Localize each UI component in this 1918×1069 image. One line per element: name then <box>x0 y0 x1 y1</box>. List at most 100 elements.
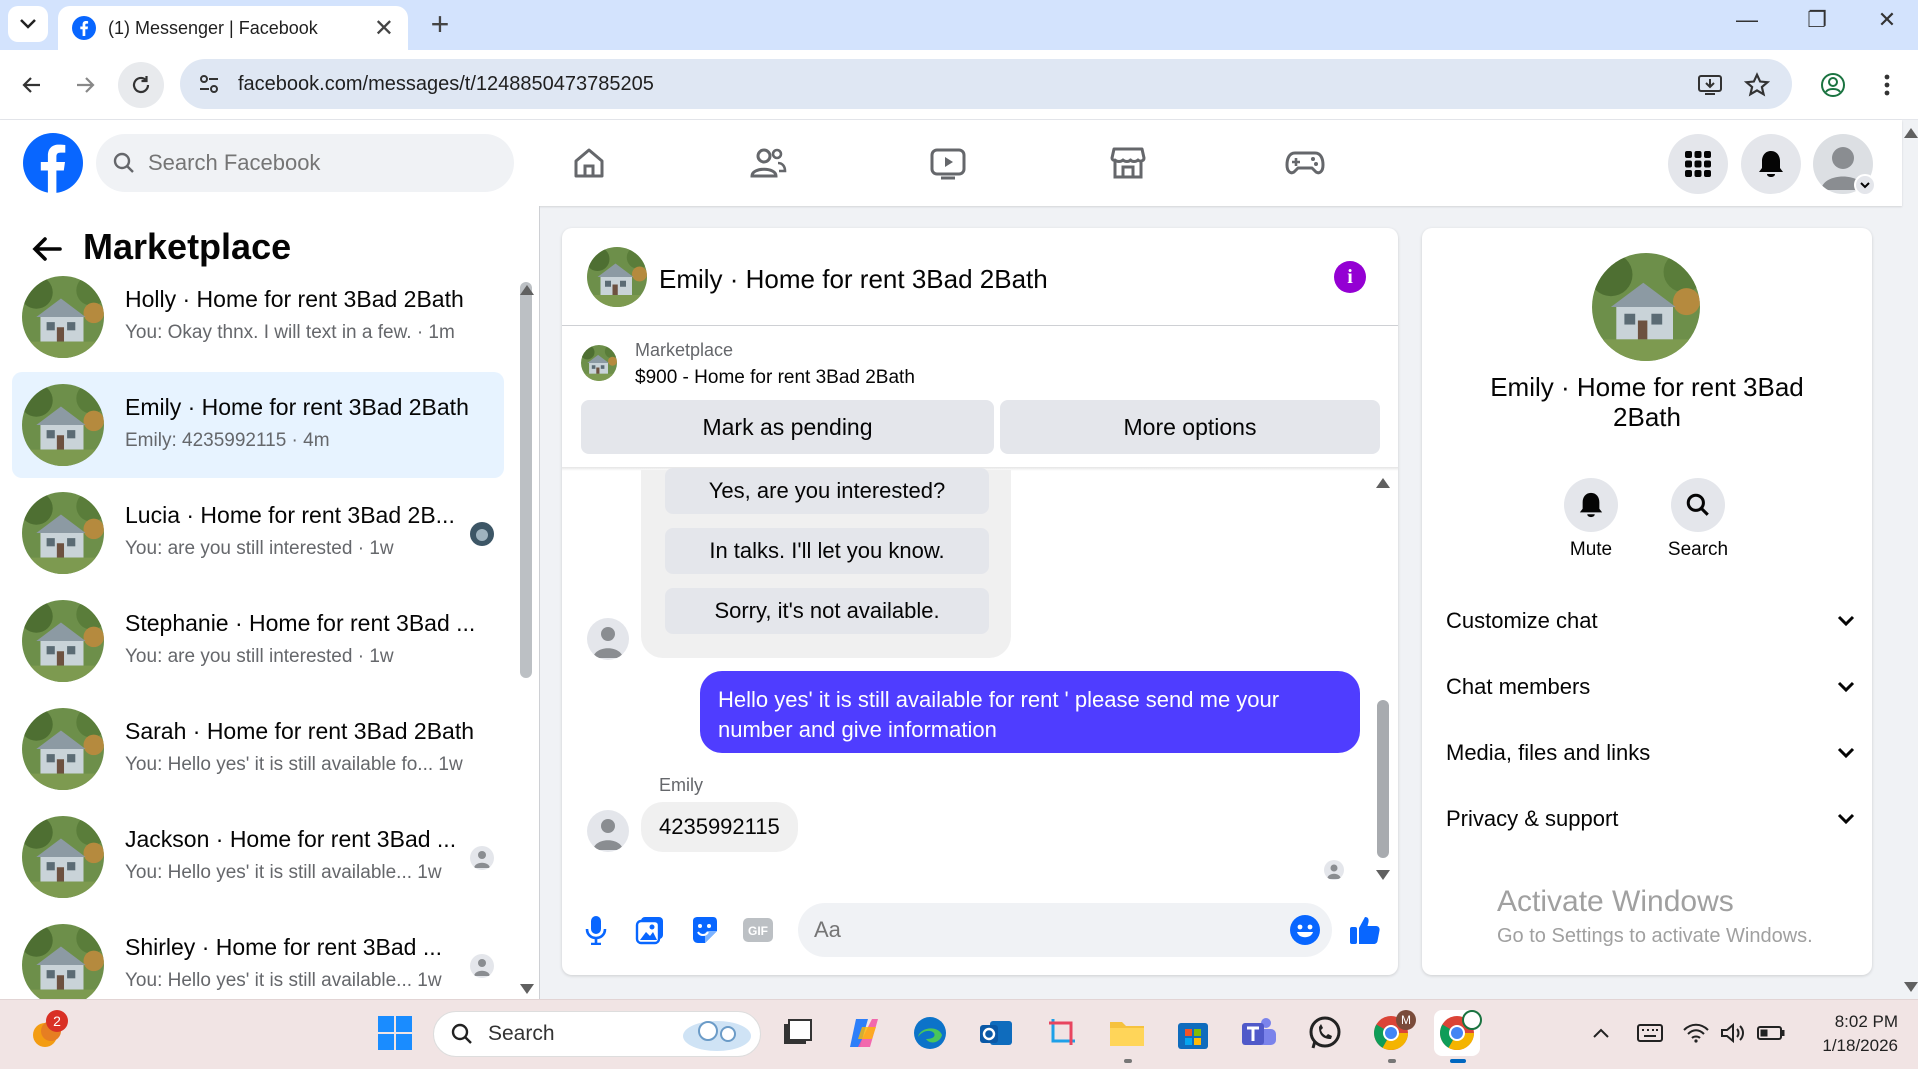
copilot-button[interactable] <box>841 1010 887 1056</box>
conversation-item[interactable]: Holly · Home for rent 3Bad 2Bath You: Oka… <box>12 264 504 370</box>
nav-friends[interactable] <box>738 140 798 186</box>
details-section-row[interactable]: Chat members <box>1446 662 1856 712</box>
profile-avatar[interactable] <box>1592 253 1700 361</box>
info-icon[interactable]: i <box>1334 261 1366 293</box>
message-input[interactable] <box>814 917 1254 943</box>
outgoing-message[interactable]: Hello yes' it is still available for ren… <box>700 671 1360 753</box>
attach-media-button[interactable] <box>632 912 668 948</box>
page-scroll-up-icon[interactable] <box>1904 128 1918 138</box>
details-section-row[interactable]: Media, files and links <box>1446 728 1856 778</box>
scroll-down-icon[interactable] <box>1376 870 1390 880</box>
back-arrow-icon[interactable] <box>30 232 64 266</box>
browser-tab[interactable]: (1) Messenger | Facebook ✕ <box>58 6 408 50</box>
conversation-avatar <box>22 276 104 358</box>
site-info-icon[interactable] <box>198 73 220 95</box>
quick-reply-button[interactable]: In talks. I'll let you know. <box>665 528 989 574</box>
conversation-name: Shirley · Home for rent 3Bad ... <box>125 934 443 960</box>
browser-menu-button[interactable] <box>1864 62 1910 108</box>
store-button[interactable] <box>1170 1010 1216 1056</box>
incoming-message[interactable]: 4235992115 <box>641 802 798 852</box>
details-section-row[interactable]: Customize chat <box>1446 596 1856 646</box>
nav-home[interactable] <box>559 140 619 186</box>
gif-button[interactable]: GIF <box>740 912 776 948</box>
scroll-up-icon[interactable] <box>1376 478 1390 488</box>
notifications-button[interactable] <box>1741 134 1801 194</box>
minimize-window-button[interactable]: — <box>1712 0 1782 40</box>
listing-thumbnail[interactable] <box>581 345 617 381</box>
conversation-item[interactable]: Stephanie · Home for rent 3Bad ... You: a… <box>12 588 504 694</box>
voice-clip-button[interactable] <box>578 912 614 948</box>
file-explorer-button[interactable] <box>1104 1010 1150 1056</box>
facebook-logo-icon[interactable] <box>22 132 84 194</box>
message-composer[interactable] <box>798 903 1332 957</box>
conversation-item[interactable]: Emily · Home for rent 3Bad 2Bath Emily: 4… <box>12 372 504 478</box>
scroll-down-icon[interactable] <box>520 984 534 994</box>
nav-gaming[interactable] <box>1275 140 1335 186</box>
details-section-row[interactable]: Privacy & support <box>1446 794 1856 844</box>
house-thumbnail-icon <box>22 708 104 790</box>
conversation-item[interactable]: Jackson · Home for rent 3Bad ... You: Hel… <box>12 804 504 910</box>
conversation-preview: Emily: 4235992115 · 4m <box>125 430 330 451</box>
facebook-search-input[interactable] <box>148 150 478 176</box>
reload-icon <box>132 76 150 94</box>
house-thumbnail-icon <box>581 345 617 381</box>
outlook-button[interactable] <box>973 1010 1019 1056</box>
conversation-item[interactable]: Sarah · Home for rent 3Bad 2Bath You: Hel… <box>12 696 504 802</box>
page-scroll-down-icon[interactable] <box>1904 982 1918 992</box>
clock-time[interactable]: 8:02 PM <box>1818 1012 1898 1032</box>
show-hidden-icons-button[interactable] <box>1578 1010 1624 1056</box>
teams-button[interactable] <box>1236 1010 1282 1056</box>
new-tab-button[interactable]: + <box>422 6 458 42</box>
search-in-chat-button[interactable] <box>1671 478 1725 532</box>
listing-title[interactable]: $900 - Home for rent 3Bad 2Bath <box>635 367 915 389</box>
chat-scrollbar-thumb[interactable] <box>1377 700 1389 858</box>
mark-as-pending-button[interactable]: Mark as pending <box>581 400 994 454</box>
quick-reply-button[interactable]: Yes, are you interested? <box>665 468 989 514</box>
url-text[interactable]: facebook.com/messages/t/1248850473785205 <box>238 73 654 96</box>
facebook-search[interactable] <box>96 134 514 192</box>
clock-date[interactable]: 1/18/2026 <box>1800 1036 1898 1056</box>
edge-button[interactable] <box>907 1010 953 1056</box>
start-button[interactable] <box>372 1010 418 1056</box>
edge-icon <box>914 1017 946 1049</box>
more-options-button[interactable]: More options <box>1000 400 1380 454</box>
emoji-button[interactable] <box>1287 912 1323 948</box>
chat-title[interactable]: Emily · Home for rent 3Bad 2Bath <box>659 264 1048 295</box>
conversation-item[interactable]: Lucia · Home for rent 3Bad 2B... You: are… <box>12 480 504 586</box>
close-tab-icon[interactable]: ✕ <box>374 14 394 43</box>
account-menu-toggle[interactable] <box>1854 174 1876 196</box>
back-button[interactable] <box>9 62 55 108</box>
task-view-button[interactable] <box>774 1010 820 1056</box>
address-bar[interactable]: facebook.com/messages/t/1248850473785205 <box>180 59 1792 109</box>
taskbar-search-label: Search <box>488 1022 555 1045</box>
battery-icon[interactable] <box>1748 1010 1794 1056</box>
nav-marketplace[interactable] <box>1098 140 1158 186</box>
close-window-button[interactable]: ✕ <box>1852 0 1918 40</box>
nav-video[interactable] <box>918 140 978 186</box>
windows-watermark-subtitle: Go to Settings to activate Windows. <box>1497 925 1813 947</box>
sticker-button[interactable] <box>686 912 722 948</box>
conversation-avatar <box>22 708 104 790</box>
profile-button[interactable] <box>1810 62 1856 108</box>
mute-button[interactable] <box>1564 478 1618 532</box>
restore-window-button[interactable]: ❐ <box>1782 0 1852 40</box>
keyboard-icon[interactable] <box>1627 1010 1673 1056</box>
whatsapp-button[interactable] <box>1302 1010 1348 1056</box>
forward-button[interactable] <box>62 62 108 108</box>
menu-button[interactable] <box>1668 134 1728 194</box>
left-scrollbar-thumb[interactable] <box>520 282 532 678</box>
taskbar-search[interactable]: Search <box>433 1011 761 1057</box>
snipping-tool-button[interactable] <box>1040 1010 1086 1056</box>
chat-header-avatar[interactable] <box>587 247 647 307</box>
quick-reply-button[interactable]: Sorry, it's not available. <box>665 588 989 634</box>
tab-search-button[interactable] <box>8 6 48 42</box>
install-app-button[interactable] <box>1687 62 1733 108</box>
scroll-up-icon[interactable] <box>520 285 534 295</box>
conversation-preview: You: Hello yes' it is still available...… <box>125 970 442 991</box>
reload-button[interactable] <box>118 62 164 108</box>
user-silhouette-icon <box>593 627 623 658</box>
keyboard-icon <box>1637 1024 1663 1042</box>
bookmark-button[interactable] <box>1734 62 1780 108</box>
send-like-button[interactable] <box>1347 912 1383 948</box>
home-icon <box>574 148 604 178</box>
